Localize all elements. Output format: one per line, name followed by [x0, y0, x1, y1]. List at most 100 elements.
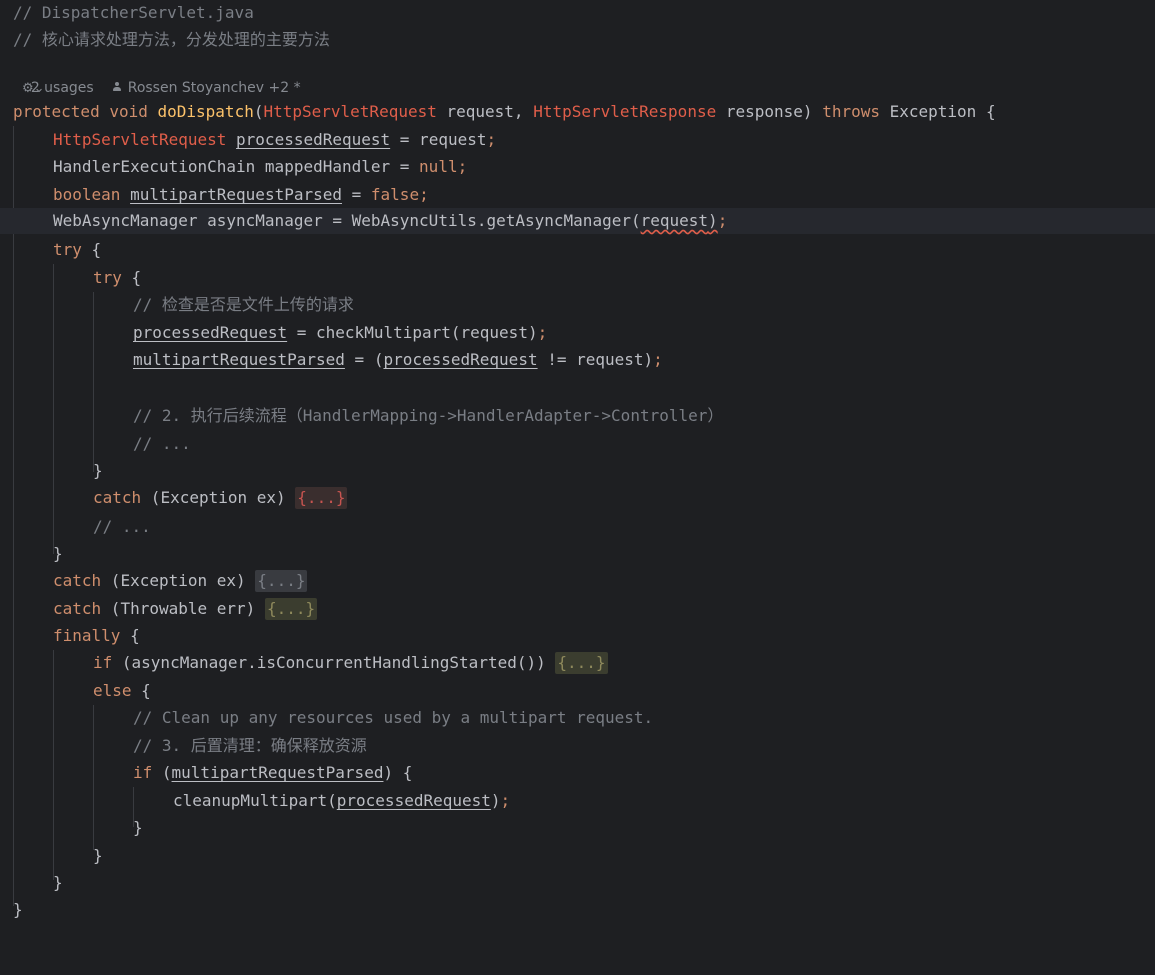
- expr: = (: [344, 350, 384, 369]
- code-line[interactable]: try {: [0, 265, 1155, 291]
- code-line[interactable]: else {: [0, 678, 1155, 704]
- code-line[interactable]: }: [0, 870, 1155, 896]
- brace: ) {: [383, 763, 413, 782]
- brace: }: [93, 846, 103, 865]
- brace: {: [120, 626, 140, 645]
- code-line[interactable]: }: [0, 897, 1155, 923]
- variable: processedRequest: [133, 323, 288, 342]
- brace: {: [81, 240, 102, 259]
- punct: (: [152, 763, 172, 782]
- comment: // 检查是否是文件上传的请求: [133, 295, 354, 314]
- expr: (Exception ex): [101, 571, 256, 590]
- semicolon: ;: [457, 157, 468, 176]
- semicolon: ;: [419, 185, 429, 204]
- code-line[interactable]: HttpServletRequest processedRequest = re…: [0, 127, 1155, 153]
- folded-block[interactable]: {...}: [295, 487, 348, 509]
- code-line[interactable]: finally {: [0, 623, 1155, 649]
- brace: }: [93, 461, 103, 480]
- variable: processedRequest: [336, 791, 491, 810]
- folded-block[interactable]: {...}: [255, 570, 308, 592]
- comment: // 3. 后置清理：确保释放资源: [133, 736, 367, 755]
- keyword: try: [53, 240, 82, 259]
- keyword: catch: [53, 599, 102, 618]
- code-line[interactable]: // 3. 后置清理：确保释放资源: [0, 733, 1155, 759]
- code-line[interactable]: // 检查是否是文件上传的请求: [0, 292, 1155, 318]
- person-icon: [112, 82, 122, 93]
- code-line[interactable]: // ...: [0, 514, 1155, 540]
- semicolon: ;: [500, 791, 511, 810]
- code-line[interactable]: processedRequest = checkMultipart(reques…: [0, 320, 1155, 346]
- keyword: if: [93, 653, 113, 672]
- semicolon: ;: [717, 211, 728, 230]
- keyword: catch: [53, 571, 102, 590]
- keyword: boolean: [53, 185, 121, 204]
- code-line[interactable]: }: [0, 815, 1155, 841]
- type-name: Exception {: [879, 102, 996, 121]
- folded-block[interactable]: {...}: [264, 598, 318, 620]
- keyword: finally: [53, 626, 121, 645]
- keyword: null: [419, 157, 458, 176]
- brace: }: [53, 544, 63, 563]
- method-name: doDispatch: [157, 102, 254, 121]
- author-info[interactable]: Rossen Stoyanchev +2 *: [128, 80, 301, 96]
- brace: {: [121, 268, 142, 287]
- ai-assistant-icon[interactable]: ⚙⌄: [22, 80, 52, 98]
- code-line[interactable]: catch (Throwable err) {...}: [0, 596, 1155, 622]
- keyword: false: [370, 185, 420, 204]
- code-line[interactable]: }: [0, 541, 1155, 567]
- variable: multipartRequestParsed: [130, 185, 342, 204]
- brace: }: [13, 900, 23, 919]
- code-line[interactable]: // 2. 执行后续流程（HandlerMapping->HandlerAdap…: [0, 403, 1155, 429]
- code-line[interactable]: if (asyncManager.isConcurrentHandlingSta…: [0, 650, 1155, 676]
- keyword: if: [133, 763, 153, 782]
- variable: multipartRequestParsed: [133, 350, 345, 369]
- brace: }: [53, 873, 63, 892]
- semicolon: ;: [537, 323, 548, 342]
- code-line[interactable]: catch (Exception ex) {...}: [0, 485, 1155, 511]
- code-line[interactable]: protected void doDispatch(HttpServletReq…: [0, 99, 1155, 125]
- variable: multipartRequestParsed: [171, 763, 384, 782]
- code-line[interactable]: try {: [0, 237, 1155, 263]
- brace: }: [133, 818, 143, 837]
- keyword: else: [93, 681, 132, 700]
- param: response): [716, 102, 823, 121]
- expr: cleanupMultipart(: [173, 791, 337, 810]
- code-line[interactable]: }: [0, 458, 1155, 484]
- code-line[interactable]: cleanupMultipart(processedRequest);: [0, 788, 1155, 814]
- code-line[interactable]: if (multipartRequestParsed) {: [0, 760, 1155, 786]
- code-line[interactable]: boolean multipartRequestParsed = false;: [0, 182, 1155, 208]
- folded-block[interactable]: {...}: [555, 652, 608, 674]
- code-line-current[interactable]: WebAsyncManager asyncManager = WebAsyncU…: [0, 208, 1155, 234]
- expr: (Throwable err): [101, 599, 265, 618]
- code-line[interactable]: // 核心请求处理方法，分发处理的主要方法: [0, 27, 1155, 53]
- expr: HandlerExecutionChain mappedHandler =: [53, 157, 420, 176]
- brace: {: [131, 681, 151, 700]
- keyword: throws: [822, 102, 880, 121]
- code-line[interactable]: multipartRequestParsed = (processedReque…: [0, 347, 1155, 373]
- expr: != request): [537, 350, 654, 369]
- expr: = checkMultipart(request): [287, 323, 538, 342]
- variable: processedRequest: [383, 350, 538, 369]
- expr: (Exception ex): [141, 488, 296, 507]
- code-line[interactable]: // Clean up any resources used by a mult…: [0, 705, 1155, 731]
- semicolon: ;: [653, 350, 663, 369]
- code-line[interactable]: HandlerExecutionChain mappedHandler = nu…: [0, 154, 1155, 180]
- expr: = request: [390, 130, 487, 149]
- expr: (asyncManager.isConcurrentHandlingStarte…: [112, 653, 556, 672]
- code-line[interactable]: catch (Exception ex) {...}: [0, 568, 1155, 594]
- expr: =: [342, 185, 371, 204]
- warning-argument: request: [640, 211, 709, 230]
- comment: // 2. 执行后续流程（HandlerMapping->HandlerAdap…: [133, 406, 724, 425]
- comment: // Clean up any resources used by a mult…: [133, 708, 654, 727]
- keyword: catch: [93, 488, 142, 507]
- keyword: try: [93, 268, 122, 287]
- code-line[interactable]: }: [0, 843, 1155, 869]
- code-line[interactable]: // ...: [0, 431, 1155, 457]
- code-editor[interactable]: // DispatcherServlet.java // 核心请求处理方法，分发…: [0, 0, 1155, 927]
- variable: processedRequest: [236, 130, 391, 149]
- warning-paren: ): [708, 211, 718, 230]
- expr: WebAsyncManager asyncManager = WebAsyncU…: [53, 211, 641, 230]
- code-line[interactable]: // DispatcherServlet.java: [0, 0, 1155, 26]
- inlay-hints: 2 usages Rossen Stoyanchev +2 *: [13, 58, 301, 96]
